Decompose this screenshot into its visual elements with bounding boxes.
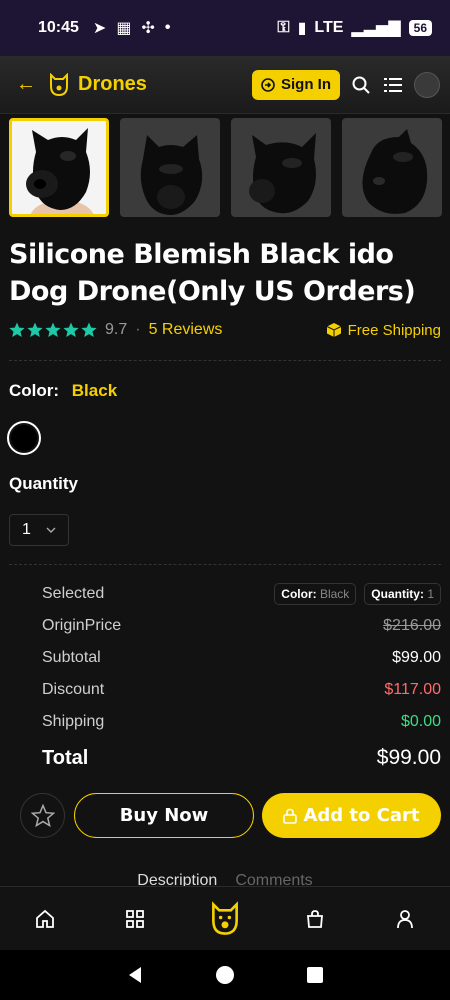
product-thumbnail-3[interactable]: [231, 118, 331, 217]
star-icon: [9, 322, 25, 337]
dog-logo-icon: [212, 900, 238, 935]
origin-price-value: $216.00: [383, 617, 441, 634]
package-icon: [326, 323, 341, 337]
more-dot-icon: •: [164, 19, 171, 36]
product-title: Silicone Blemish Black ido Dog Drone(Onl…: [9, 239, 416, 307]
app-header: ← Drones Sign In: [0, 56, 450, 114]
battery-level: 56: [408, 20, 432, 36]
star-icon: [27, 322, 43, 337]
total-row: Total $99.00: [42, 746, 441, 770]
app-notification-icon: ▦: [116, 20, 132, 37]
total-value: $99.00: [376, 746, 441, 769]
quantity-select[interactable]: 1: [9, 514, 69, 546]
star-outline-icon: [30, 803, 55, 827]
dog-mask-image: [26, 128, 94, 214]
home-circle-icon[interactable]: [215, 965, 235, 985]
status-time: 10:45: [38, 19, 79, 36]
origin-price-row: OriginPrice $216.00: [42, 617, 441, 635]
selected-quantity-chip: Quantity: 1: [364, 583, 441, 605]
status-bar: 10:45 ➤ ▦ ✣ • ⚿ ▮ LTE ▂▃▅▇ 56: [0, 0, 450, 56]
shipping-value: $0.00: [400, 713, 441, 730]
quantity-label: Quantity: [9, 474, 78, 493]
user-icon: [397, 909, 413, 928]
color-swatch-black[interactable]: [7, 421, 41, 455]
telegram-icon: ➤: [92, 20, 107, 37]
dog-logo-icon: [50, 72, 68, 96]
shipping-row: Shipping $0.00: [42, 713, 441, 731]
add-to-cart-button[interactable]: Add to Cart: [262, 793, 441, 838]
home-icon: [36, 909, 54, 928]
search-icon[interactable]: [350, 74, 372, 96]
rating-stars: [9, 322, 97, 338]
discount-label: Discount: [42, 681, 105, 698]
total-label: Total: [42, 746, 89, 769]
rating-separator: ·: [135, 321, 141, 338]
rating-row: 9.7 · 5 Reviews Free Shipping: [9, 318, 441, 342]
back-arrow-icon[interactable]: ←: [16, 73, 42, 96]
lock-icon: [283, 808, 298, 824]
network-type: LTE: [314, 19, 344, 36]
color-value: Black: [71, 381, 118, 400]
nav-cart[interactable]: [295, 899, 335, 939]
subtotal-label: Subtotal: [42, 649, 101, 666]
shipping-label: Shipping: [42, 713, 105, 730]
dog-mask-image: [140, 135, 203, 215]
vibrate-icon: ▮: [297, 20, 307, 37]
free-shipping-label: Free Shipping: [347, 321, 441, 339]
discount-row: Discount $117.00: [42, 681, 441, 699]
free-shipping-badge: Free Shipping: [326, 322, 441, 339]
nav-categories[interactable]: [115, 899, 155, 939]
rating-score: 9.7: [105, 321, 128, 338]
chevron-down-icon: [46, 527, 56, 533]
brand-name[interactable]: Drones: [78, 73, 147, 96]
avatar[interactable]: [414, 71, 440, 98]
dog-mask-image: [362, 129, 428, 214]
nav-account[interactable]: [385, 899, 425, 939]
nav-brand-home[interactable]: [205, 899, 245, 939]
grid-icon: [126, 909, 144, 928]
back-triangle-icon[interactable]: [126, 966, 144, 984]
favorite-button[interactable]: [20, 793, 65, 838]
shopping-bag-icon: [307, 909, 323, 928]
add-to-cart-label: Add to Cart: [303, 805, 420, 826]
dog-mask-image: [249, 133, 316, 214]
divider: [9, 360, 441, 361]
origin-price-label: OriginPrice: [42, 617, 122, 634]
subtotal-value: $99.00: [392, 649, 441, 666]
selected-row: Selected Color: Black Quantity: 1: [42, 583, 441, 605]
sign-in-label: Sign In: [281, 76, 331, 93]
status-notification-icons: ➤ ▦ ✣ •: [93, 18, 171, 38]
divider: [9, 564, 441, 565]
pinwheel-icon: ✣: [141, 20, 155, 37]
bottom-nav: [0, 886, 450, 950]
sign-in-button[interactable]: Sign In: [252, 69, 340, 100]
product-thumbnails: [9, 118, 442, 217]
star-icon: [63, 322, 79, 337]
star-icon: [45, 322, 61, 337]
selected-color-chip: Color: Black: [274, 583, 357, 605]
color-key: Color:: [9, 381, 60, 400]
star-icon: [81, 322, 97, 337]
recents-square-icon[interactable]: [306, 966, 324, 984]
reviews-link[interactable]: 5 Reviews: [149, 321, 223, 339]
product-thumbnail-2[interactable]: [120, 118, 220, 217]
quantity-value: 1: [22, 521, 31, 538]
signal-icon: ▂▃▅▇: [351, 20, 401, 37]
key-icon: ⚿: [277, 19, 290, 36]
product-thumbnail-4[interactable]: [342, 118, 442, 217]
menu-list-icon[interactable]: [382, 74, 404, 96]
subtotal-row: Subtotal $99.00: [42, 649, 441, 667]
buy-now-button[interactable]: Buy Now: [74, 793, 254, 838]
nav-home[interactable]: [25, 899, 65, 939]
selected-label: Selected: [42, 585, 105, 602]
product-thumbnail-1[interactable]: [9, 118, 109, 217]
discount-value: $117.00: [384, 681, 441, 698]
login-icon: [261, 77, 275, 92]
system-nav-bar: [0, 950, 450, 1000]
color-label: Color: Black: [9, 381, 117, 401]
